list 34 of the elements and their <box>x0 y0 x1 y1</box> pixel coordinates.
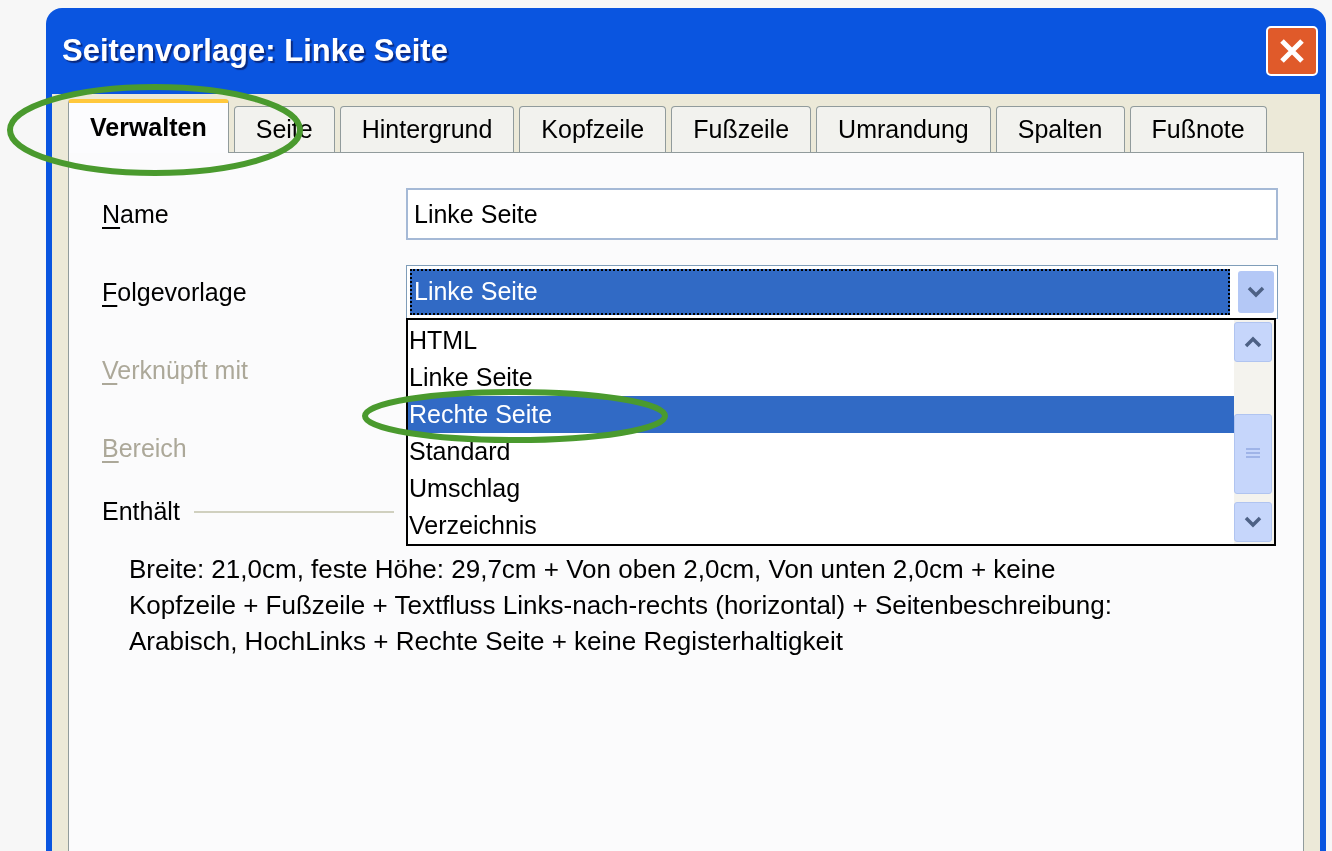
chevron-down-icon <box>1246 286 1266 298</box>
description-text: Breite: 21,0cm, feste Höhe: 29,7cm + Von oben 2,0cm, Von unten 2,0cm + keine Kopfzeile + Fußzeile + Textfluss Links-nach-rechts (horizontal) + Seitenbeschreibung: Arabisch, HochLinks + Rechte Seite + keine Registerhaltigkeit <box>129 553 1113 658</box>
scrollbar[interactable] <box>1234 320 1274 544</box>
field-label: Bereich <box>102 433 187 463</box>
dropdown-option[interactable]: Verzeichnis <box>408 507 1234 544</box>
field-label: Verknüpft mit <box>102 355 248 385</box>
tab[interactable]: Spalten <box>995 106 1125 152</box>
name-field[interactable]: Linke Seite <box>406 188 1278 240</box>
close-button[interactable] <box>1266 26 1318 76</box>
tab[interactable]: Hintergrund <box>339 106 515 152</box>
dropdown-option[interactable]: Standard <box>408 433 1234 470</box>
field-label: Folgevorlage <box>102 277 247 307</box>
section-label: Enthält <box>102 496 180 528</box>
scroll-up-button[interactable] <box>1234 322 1272 362</box>
tab[interactable]: Verwalten <box>68 99 229 153</box>
chevron-up-icon <box>1243 336 1263 348</box>
chevron-down-icon <box>1243 516 1263 528</box>
close-icon <box>1278 37 1306 65</box>
field-label: Name <box>102 199 169 229</box>
scroll-thumb[interactable] <box>1234 414 1272 494</box>
dropdown-option[interactable]: HTML <box>408 322 1234 359</box>
dropdown-value: Linke Seite <box>410 269 1230 315</box>
dropdown-field[interactable]: Linke Seite <box>406 265 1278 319</box>
dropdown-option[interactable]: Umschlag <box>408 470 1234 507</box>
tab[interactable]: Fußnote <box>1129 106 1267 152</box>
scroll-down-button[interactable] <box>1234 502 1272 542</box>
tab[interactable]: Fußzeile <box>671 106 812 152</box>
tab[interactable]: Umrandung <box>816 106 991 152</box>
dropdown-option[interactable]: Linke Seite <box>408 359 1234 396</box>
dropdown-option[interactable]: Rechte Seite <box>408 396 1234 433</box>
tab[interactable]: Kopfzeile <box>519 106 667 152</box>
dropdown-button[interactable] <box>1238 271 1274 313</box>
grip-icon <box>1245 447 1261 461</box>
window-title: Seitenvorlage: Linke Seite <box>62 31 448 70</box>
